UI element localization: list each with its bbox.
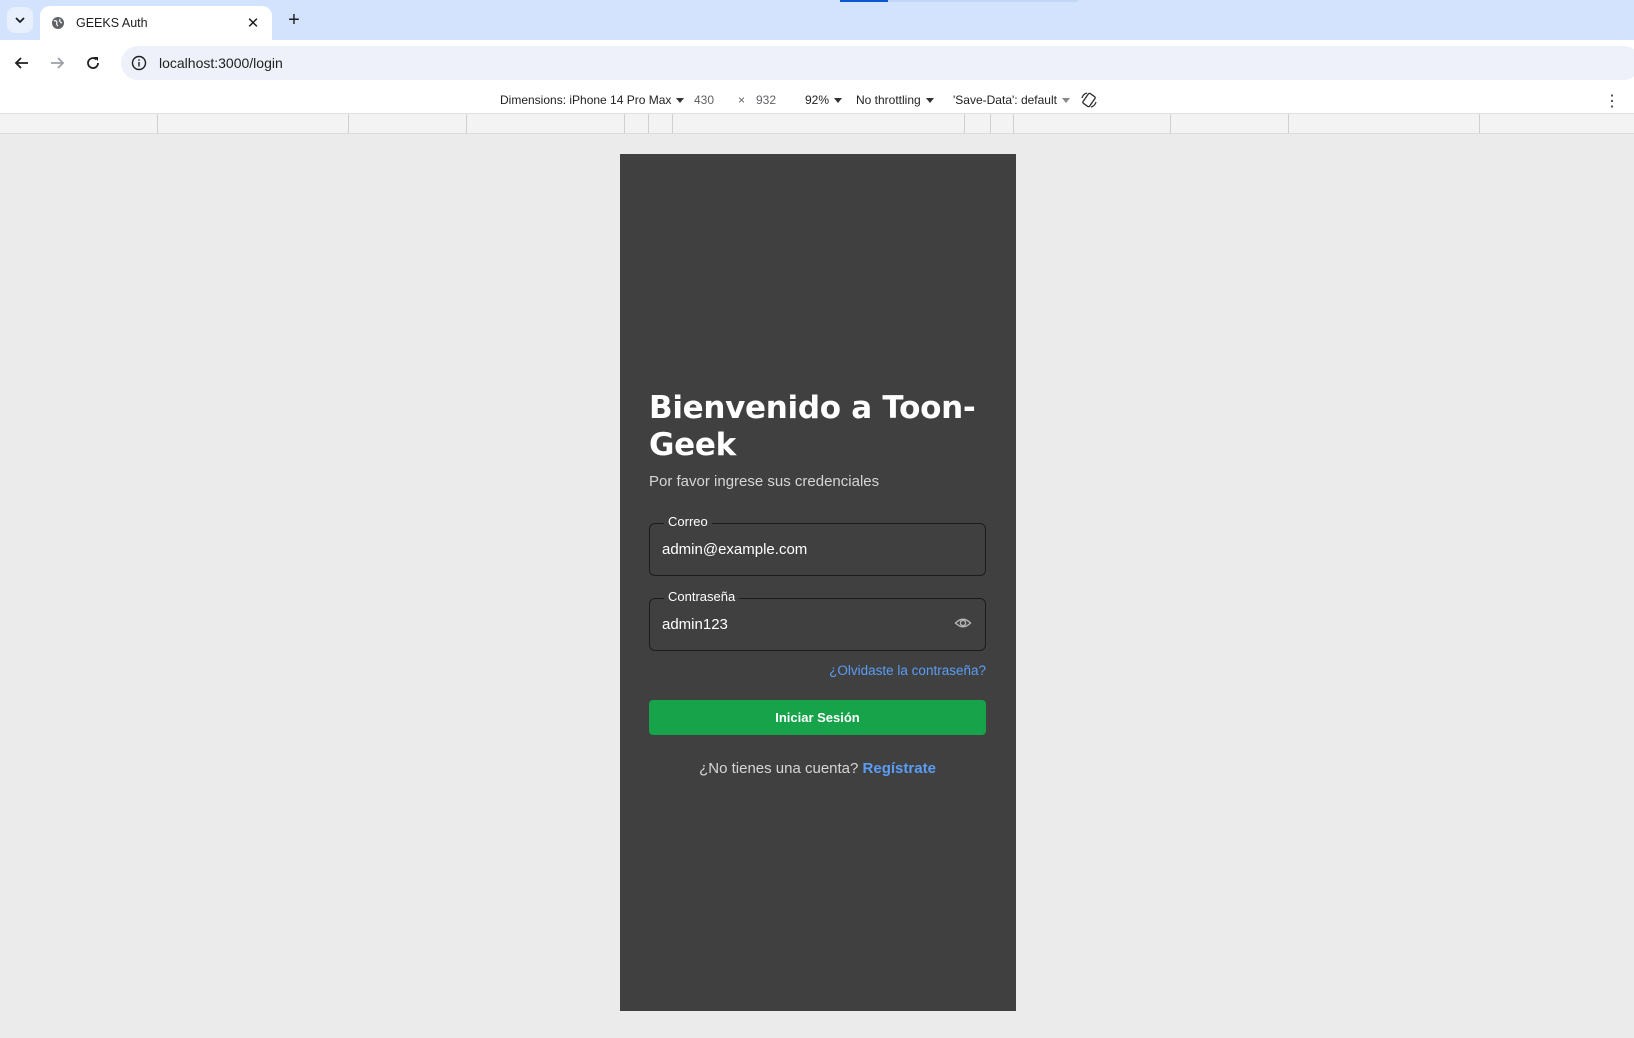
close-tab-icon[interactable]: ✕ — [244, 14, 262, 32]
password-field[interactable]: Contraseña admin123 — [649, 589, 986, 651]
save-data-label: 'Save-Data': default — [953, 93, 1057, 107]
dimensions-separator: × — [738, 93, 746, 107]
ruler-segment[interactable] — [624, 114, 625, 133]
caret-down-icon — [676, 98, 685, 104]
register-link[interactable]: Regístrate — [863, 760, 936, 777]
arrow-right-icon — [51, 57, 65, 69]
ruler-segment[interactable] — [648, 114, 649, 133]
tab-strip: GEEKS Auth ✕ + — [0, 0, 1634, 40]
reload-icon — [87, 57, 99, 69]
ruler-segment[interactable] — [466, 114, 467, 133]
ruler-segment[interactable] — [1479, 114, 1480, 133]
ruler-segment[interactable] — [672, 114, 673, 133]
browser-tab[interactable]: GEEKS Auth ✕ — [40, 6, 272, 40]
chevron-down-icon — [15, 17, 25, 24]
address-bar[interactable]: localhost:3000/login — [121, 46, 1634, 80]
ruler-segment[interactable] — [990, 114, 991, 133]
reload-button[interactable] — [81, 51, 105, 75]
ruler-segment[interactable] — [1013, 114, 1014, 133]
new-tab-button[interactable]: + — [282, 8, 306, 32]
device-viewport: Bienvenido a Toon-Geek Por favor ingrese… — [620, 154, 1016, 1011]
page-subtitle: Por favor ingrese sus credenciales — [649, 473, 880, 490]
email-input[interactable]: admin@example.com — [662, 541, 973, 558]
back-button[interactable] — [10, 51, 34, 75]
rotate-icon[interactable] — [1080, 91, 1098, 112]
caret-down-icon — [834, 98, 843, 104]
password-label: Contraseña — [664, 589, 740, 604]
tab-strip-accent-secondary — [888, 0, 1078, 2]
tab-search-button[interactable] — [7, 7, 33, 33]
login-button[interactable]: Iniciar Sesión — [649, 700, 986, 735]
forward-button[interactable] — [45, 51, 69, 75]
no-account-text: ¿No tienes una cuenta? — [699, 760, 859, 777]
device-height-input[interactable]: 932 — [756, 93, 776, 107]
throttling-label: No throttling — [856, 93, 921, 107]
page-title: Bienvenido a Toon-Geek — [649, 390, 976, 463]
device-width-input[interactable]: 430 — [694, 93, 714, 107]
tab-strip-accent — [840, 0, 888, 2]
ruler-segment[interactable] — [1170, 114, 1171, 133]
info-icon[interactable] — [129, 53, 149, 73]
more-options-icon[interactable]: ⋮ — [1604, 91, 1620, 111]
tab-title: GEEKS Auth — [76, 16, 148, 30]
eye-icon[interactable] — [953, 613, 973, 633]
device-toolbar: Dimensions: iPhone 14 Pro Max 430 × 932 … — [0, 86, 1634, 114]
globe-icon — [50, 15, 66, 31]
caret-down-icon — [925, 98, 934, 104]
save-data-select[interactable]: 'Save-Data': default — [953, 93, 1070, 107]
browser-toolbar: localhost:3000/login — [0, 40, 1634, 86]
login-form: Bienvenido a Toon-Geek Por favor ingrese… — [649, 390, 986, 777]
ruler-segment[interactable] — [348, 114, 349, 133]
device-dimensions-label: Dimensions: iPhone 14 Pro Max — [500, 93, 672, 107]
email-label: Correo — [664, 514, 712, 529]
throttling-select[interactable]: No throttling — [856, 93, 934, 107]
arrow-left-icon — [14, 57, 28, 69]
zoom-label: 92% — [805, 93, 830, 107]
forgot-password-link[interactable]: ¿Olvidaste la contraseña? — [649, 663, 986, 678]
ruler-segment[interactable] — [157, 114, 158, 133]
password-input[interactable]: admin123 — [662, 616, 953, 633]
ruler-segment[interactable] — [964, 114, 965, 133]
caret-down-icon — [1061, 98, 1070, 104]
email-field[interactable]: Correo admin@example.com — [649, 514, 986, 576]
media-query-ruler — [0, 114, 1634, 134]
device-dimensions-select[interactable]: Dimensions: iPhone 14 Pro Max — [500, 93, 685, 107]
ruler-segment[interactable] — [1288, 114, 1289, 133]
zoom-select[interactable]: 92% — [805, 93, 843, 107]
register-prompt: ¿No tienes una cuenta? Regístrate — [649, 760, 986, 777]
url-text[interactable]: localhost:3000/login — [159, 55, 283, 71]
